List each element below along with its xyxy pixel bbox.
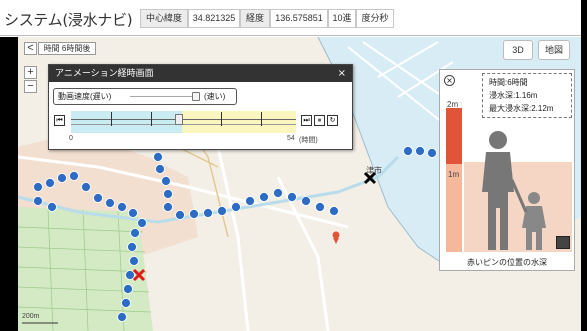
timeline-past [71, 111, 182, 133]
timeline-tick [221, 112, 222, 126]
map-place-label: 津市 [366, 166, 382, 175]
depth-max: 最大浸水深:2.12m [489, 104, 554, 113]
app-title: システム(浸水ナビ) [4, 11, 133, 29]
timeline-tick [151, 112, 152, 126]
pause-icon[interactable]: ⏸ [314, 115, 325, 126]
timeline-start: 0 [69, 135, 73, 142]
time-indicator: 時間 6時間後 [38, 42, 96, 55]
depth-time: 時間:6時間 [489, 78, 528, 87]
timeline-track [71, 119, 296, 120]
depth-close-icon[interactable]: × [444, 75, 455, 86]
speed-fast-label: (速い) [204, 92, 226, 101]
step-forward-icon[interactable]: ⏭ [301, 115, 312, 126]
view-map-button[interactable]: 地図 [538, 40, 570, 60]
scale-1m-label: 1m [448, 170, 460, 179]
zoom-in-button[interactable]: + [24, 66, 37, 79]
timeline-slider[interactable] [71, 111, 296, 133]
people-silhouette-icon [464, 120, 572, 252]
timeline-end: 54 [287, 135, 295, 142]
center-lat-value: 34.821325 [188, 9, 240, 28]
lon-label: 経度 [240, 9, 270, 28]
right-edge [581, 0, 587, 331]
timeline-handle[interactable] [175, 114, 183, 125]
animation-dialog-title: アニメーション経時画面 [49, 65, 352, 82]
speed-track[interactable] [130, 96, 194, 97]
image-icon[interactable] [556, 236, 570, 249]
water-depth-panel: × 時間:6時間 浸水深:1.16m 最大浸水深:2.12m 2m 1m 赤いピ… [439, 69, 575, 271]
view-3d-button[interactable]: 3D [503, 40, 533, 60]
center-lat-label: 中心緯度 [140, 9, 188, 28]
animation-close-icon[interactable]: × [338, 65, 346, 82]
back-button[interactable]: < [24, 42, 37, 55]
speed-control: 動画速度(遅い) (速い) [53, 88, 237, 105]
timeline-track-lower [71, 124, 296, 125]
decimal-button[interactable]: 10進 [328, 9, 356, 28]
map-scale-label: 200m [22, 313, 40, 320]
rewind-icon[interactable]: ⏮ [54, 115, 65, 126]
timeline-tick [261, 112, 262, 126]
depth-caption: 赤いピンの位置の水深 [467, 258, 547, 267]
speed-label: 動画速度(遅い) [58, 92, 112, 101]
scale-2m-label: 2m [447, 100, 459, 109]
timeline-unit: (時間) [299, 137, 318, 144]
depth-info-box: 時間:6時間 浸水深:1.16m 最大浸水深:2.12m [482, 73, 572, 118]
loop-icon[interactable]: ↻ [327, 115, 338, 126]
header-bar: システム(浸水ナビ) 中心緯度 34.821325 経度 136.575851 … [0, 0, 581, 36]
app-window: システム(浸水ナビ) 中心緯度 34.821325 経度 136.575851 … [0, 0, 581, 331]
timeline-tick [111, 112, 112, 126]
timeline-future [182, 111, 296, 133]
dms-button[interactable]: 度分秒 [356, 9, 394, 28]
animation-dialog: アニメーション経時画面 × 動画速度(遅い) (速い) ⏮ 0 54 (時間) … [48, 64, 353, 150]
left-edge [0, 37, 18, 331]
zoom-out-button[interactable]: − [24, 80, 37, 93]
speed-slider-handle[interactable] [192, 92, 200, 101]
lon-value: 136.575851 [270, 9, 328, 28]
depth-current: 浸水深:1.16m [489, 91, 538, 100]
